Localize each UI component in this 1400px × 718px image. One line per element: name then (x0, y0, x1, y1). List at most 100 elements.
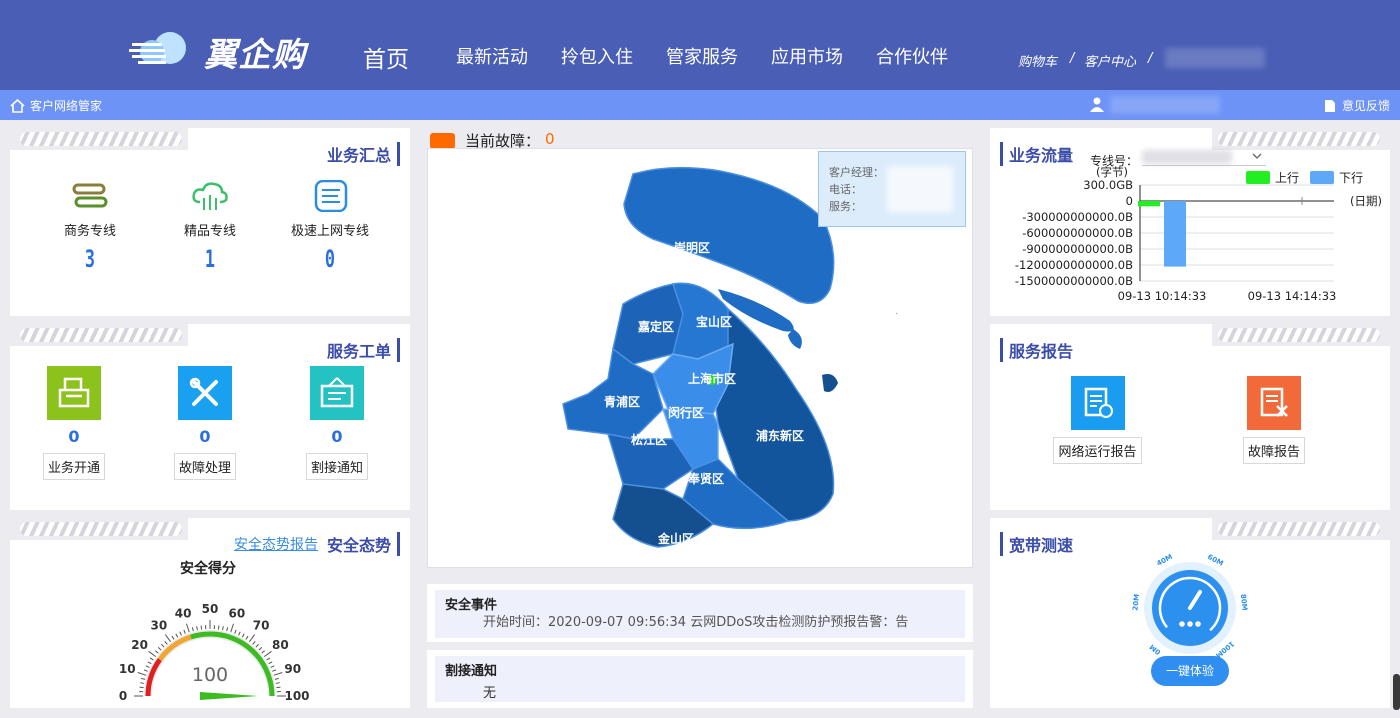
fault-count[interactable]: 0 (545, 130, 555, 148)
tile (47, 366, 101, 420)
network-report-card[interactable]: 网络运行报告 (1050, 376, 1145, 464)
fault-handling-button[interactable]: 故障处理 (173, 453, 236, 480)
ticket-count: 0 (331, 427, 343, 446)
legend-swatch (1246, 171, 1270, 184)
home-icon (10, 98, 25, 113)
logo[interactable]: 翼企购 (128, 28, 318, 74)
ticket-cutover[interactable]: 0 割接通知 (297, 366, 377, 480)
tile (178, 366, 232, 420)
legend-label: 下行 (1339, 171, 1363, 185)
business-line-icon (72, 183, 108, 208)
separator: / (1148, 51, 1153, 66)
panel-title: 安全态势 (327, 532, 400, 556)
dial-dot (1195, 621, 1201, 627)
nav-home[interactable]: 首页 (363, 40, 409, 74)
customer-center-link[interactable]: 客户中心 (1084, 51, 1136, 70)
gauge-tick (183, 629, 186, 634)
document-icon (1324, 99, 1335, 112)
gauge-tick (145, 665, 150, 668)
feedback-link[interactable]: 意见反馈 (1342, 97, 1390, 114)
fault-report-card[interactable]: 故障报告 (1240, 376, 1308, 464)
gauge-tick (149, 657, 154, 661)
stat-value: 3 (84, 245, 96, 273)
district-label: 嘉定区 (638, 320, 675, 334)
printer-icon (58, 377, 90, 408)
security-event-marquee[interactable]: 开始时间：2020-09-07 09:56:34 云网DDoS攻击检测防护预报告… (435, 614, 965, 638)
y-tick-label: -1500000000000.0B (1015, 274, 1133, 288)
gauge-tick-label: 100 (284, 689, 309, 703)
dial-label: 20M (1131, 594, 1141, 611)
user-icon (1090, 97, 1106, 115)
y-tick-label: -300000000000.0B (1022, 210, 1133, 224)
gauge-tick (141, 677, 146, 680)
gauge-tick (137, 672, 147, 676)
top-header: 翼企购 首页 最新活动 拎包入住 管家服务 应用市场 合作伙伴 购物车 / 客户… (0, 0, 1400, 90)
nav-latest-activity[interactable]: 最新活动 (456, 43, 528, 69)
cloud-line-icon (192, 182, 228, 210)
cart-link[interactable]: 购物车 (1018, 51, 1057, 70)
premium-line-stat[interactable]: 精品专线 1 (160, 180, 260, 273)
gauge-tick (274, 677, 279, 680)
nav-butler-service[interactable]: 管家服务 (666, 43, 738, 69)
y-axis-label: (字节) (1096, 165, 1128, 179)
cutover-button[interactable]: 割接通知 (305, 453, 368, 480)
gauge-tick (164, 634, 172, 643)
security-report-link[interactable]: 安全态势报告 (234, 534, 318, 554)
gauge-tick (276, 686, 281, 689)
security-panel: 安全态势报告 安全态势 安全得分 0 10 20 30 40 50 60 70 80 90 100 1… (10, 518, 410, 708)
panel-title: 宽带测速 (1000, 532, 1073, 556)
y-tick-label: -1200000000000.0B (1015, 258, 1133, 272)
ticket-activation[interactable]: 0 业务开通 (34, 366, 114, 480)
activation-button[interactable]: 业务开通 (42, 453, 105, 480)
gauge-tick (148, 650, 157, 658)
gauge-tick (154, 650, 159, 654)
gauge-tick-label: 70 (253, 619, 270, 633)
panel-title: 服务工单 (327, 338, 400, 362)
district-label: 松江区 (631, 433, 668, 447)
nav-app-market[interactable]: 应用市场 (771, 43, 843, 69)
gauge-tick-label: 90 (284, 662, 301, 676)
gauge-tick (245, 635, 249, 640)
page-scrollbar[interactable] (1393, 674, 1400, 710)
stat-label: 精品专线 (183, 224, 236, 239)
nav-move-in[interactable]: 拎包入住 (561, 43, 633, 69)
gauge-tick-label: 30 (151, 619, 168, 633)
legend-swatch (1310, 171, 1334, 184)
gauge-tick (241, 633, 245, 638)
speed-dial-icon: 0M20M40M 60M80M100M (1131, 553, 1248, 658)
gauge-tick-label: 0 (119, 689, 127, 703)
gauge-tick (238, 631, 241, 636)
notice-board-icon (320, 377, 354, 408)
fault-report-icon (1260, 387, 1288, 417)
gauge-tick (191, 627, 194, 632)
y-tick-label: -600000000000.0B (1022, 226, 1133, 240)
district-label: 宝山区 (696, 315, 733, 329)
gauge-tick (217, 625, 220, 630)
gauge-tick (273, 672, 283, 676)
district-label: 浦东新区 (756, 429, 805, 443)
business-line-stat[interactable]: 商务专线 3 (40, 180, 140, 273)
network-report-button[interactable]: 网络运行报告 (1053, 437, 1142, 464)
logo-text: 翼企购 (204, 35, 306, 74)
gauge-tick-label: 60 (229, 606, 246, 620)
speed-net-stat[interactable]: 极速上网专线 0 (280, 179, 380, 273)
gauge-tick (147, 661, 152, 665)
stat-value: 1 (204, 245, 216, 273)
breadcrumb-network-manager[interactable]: 客户网络管家 (30, 97, 102, 114)
service-report-panel: 服务报告 网络运行报告 故障报告 (990, 324, 1390, 510)
gauge-tick (175, 633, 179, 638)
gauge-tick (179, 631, 182, 636)
gauge-tick (200, 625, 203, 630)
cutover-title: 割接通知 (435, 656, 965, 680)
gauge-tick (222, 626, 224, 631)
start-speedtest-button[interactable]: 一键体验 (1151, 656, 1229, 686)
ticket-fault-handling[interactable]: 0 故障处理 (165, 366, 245, 480)
district-label: 奉贤区 (688, 472, 725, 486)
x-tick-label: 09-13 14:14:33 (1248, 289, 1337, 303)
gauge-tick (248, 634, 256, 643)
stat-label: 商务专线 (63, 224, 116, 239)
nav-partners[interactable]: 合作伙伴 (876, 43, 948, 69)
x-tick-label: 09-13 10:14:33 (1118, 289, 1207, 303)
fault-report-button[interactable]: 故障报告 (1242, 437, 1305, 464)
gauge-tick (143, 669, 148, 672)
